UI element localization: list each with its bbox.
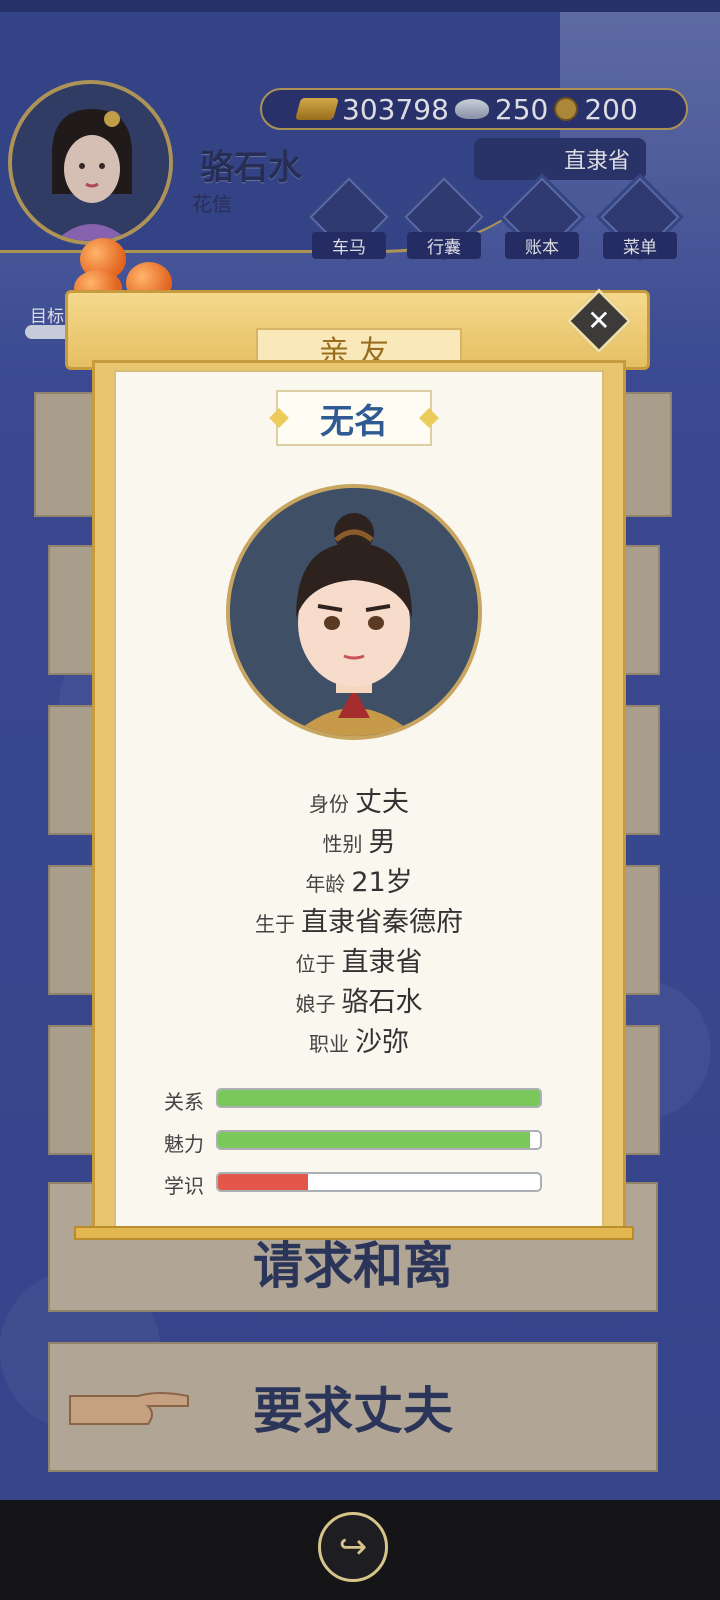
info-occupation: 职业 沙弥 [114, 1020, 604, 1059]
info-value: 丈夫 [355, 787, 409, 818]
info-key: 生于 [255, 912, 295, 936]
stat-bar [216, 1088, 542, 1108]
info-value: 沙弥 [355, 1027, 409, 1058]
info-gender: 性别男 [114, 820, 604, 859]
stat-bar [216, 1172, 542, 1192]
info-value: 21岁 [351, 867, 413, 898]
stat-label: 魅力 [164, 1132, 204, 1156]
info-identity: 身份 丈夫 [114, 780, 604, 819]
stat-knowledge: 学识 [164, 1170, 544, 1198]
close-icon: ✕ [587, 304, 611, 337]
relative-name: 无名 [276, 390, 432, 446]
info-location: 位于 直隶省 [114, 940, 604, 979]
relative-portrait [226, 484, 482, 740]
info-value: 直隶省 [341, 947, 423, 978]
stat-charm: 魅力 [164, 1128, 544, 1156]
info-key: 性别 [322, 832, 363, 856]
stat-relationship: 关系 [164, 1086, 544, 1114]
info-wife: 娘子 骆石水 [114, 980, 604, 1019]
info-key: 娘子 [295, 992, 336, 1016]
info-value: 骆石水 [341, 987, 423, 1018]
stat-fill [218, 1132, 531, 1148]
stat-fill [218, 1090, 540, 1106]
stat-label: 关系 [164, 1090, 204, 1114]
info-key: 年龄 [305, 872, 346, 896]
share-button[interactable]: ↪ [318, 1512, 388, 1582]
popup-scroll-base [74, 1226, 634, 1240]
stat-label: 学识 [164, 1174, 204, 1198]
share-icon: ↪ [338, 1527, 368, 1567]
info-age: 年龄 21岁 [114, 860, 604, 899]
stat-bar [216, 1130, 542, 1150]
info-birthplace: 生于 直隶省秦德府 [114, 900, 604, 939]
info-value: 男 [368, 827, 396, 858]
info-key: 职业 [309, 1032, 349, 1056]
info-value: 直隶省秦德府 [301, 907, 463, 938]
info-key: 位于 [295, 952, 336, 976]
info-key: 身份 [309, 792, 349, 816]
stat-fill [218, 1174, 309, 1190]
